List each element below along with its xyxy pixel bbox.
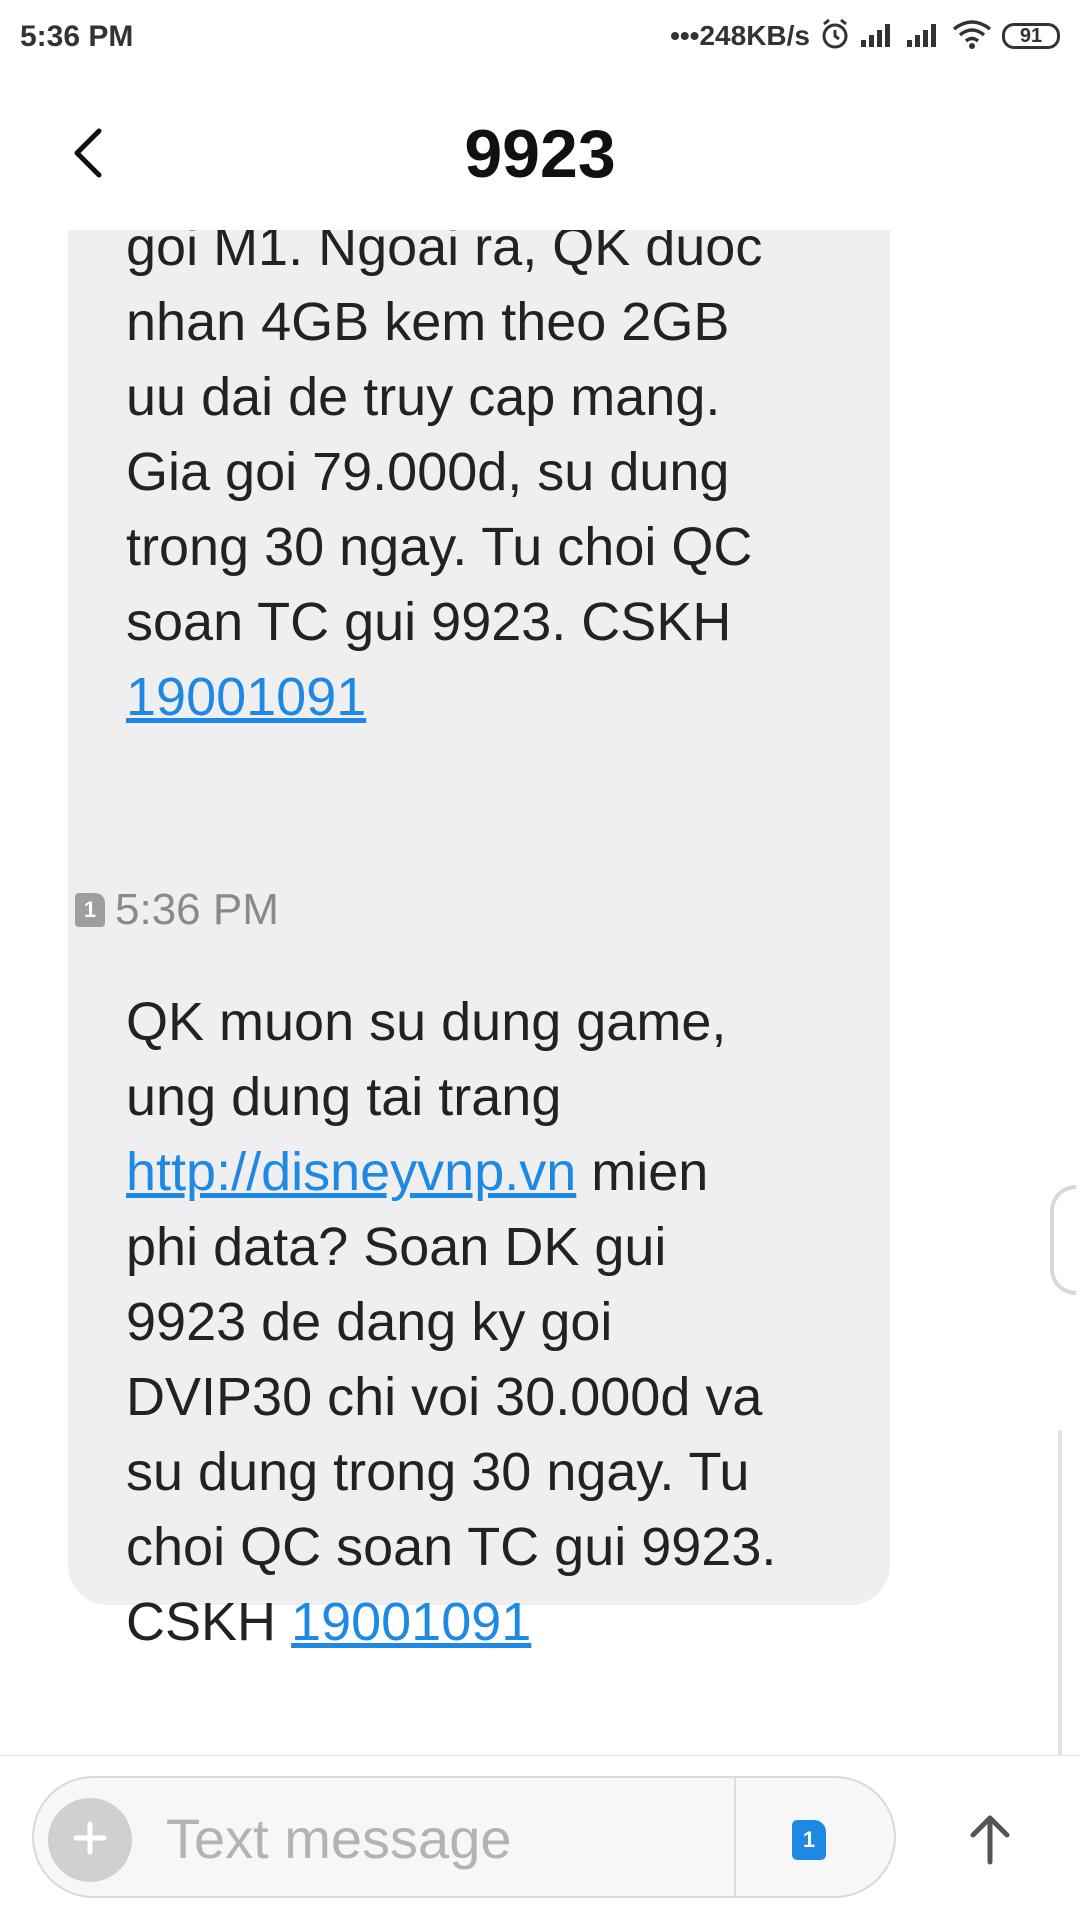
alarm-icon bbox=[820, 18, 850, 55]
scrollbar[interactable] bbox=[1058, 1430, 1062, 1755]
url-link[interactable]: http://disneyvnp.vn bbox=[126, 1142, 576, 1202]
message-line: goi M1. Ngoai ra, QK duoc bbox=[126, 230, 763, 277]
message-line: 9923 de dang ky goi bbox=[126, 1292, 613, 1352]
scroll-handle[interactable] bbox=[1050, 1185, 1076, 1295]
status-icons: •••248KB/s 91 bbox=[670, 16, 1060, 56]
composer-pill: 1 bbox=[32, 1776, 896, 1898]
send-arrow-icon bbox=[967, 1812, 1013, 1871]
message-line: Gia goi 79.000d, su dung bbox=[126, 442, 730, 502]
message-line: choi QC soan TC gui 9923. bbox=[126, 1517, 777, 1577]
message-composer: 1 bbox=[0, 1755, 1080, 1921]
message-line: DVIP30 chi voi 30.000d va bbox=[126, 1367, 763, 1427]
plus-icon bbox=[70, 1818, 110, 1863]
message-line: uu dai de truy cap mang. bbox=[126, 367, 721, 427]
divider bbox=[734, 1778, 736, 1896]
conversation-title: 9923 bbox=[464, 116, 616, 192]
conversation-header: 9923 bbox=[0, 75, 1080, 230]
message-line: trong 30 ngay. Tu choi QC bbox=[126, 517, 753, 577]
status-bar: 5:36 PM •••248KB/s 91 bbox=[0, 0, 1080, 75]
message-line: http://disneyvnp.vn mien bbox=[126, 1135, 832, 1210]
message-bubble[interactable]: QK muon su dung game, ung dung tai trang… bbox=[68, 945, 890, 1652]
add-attachment-button[interactable] bbox=[48, 1798, 132, 1882]
message-line: su dung trong 30 ngay. Tu bbox=[126, 1442, 750, 1502]
wifi-icon bbox=[952, 19, 992, 54]
phone-link[interactable]: 19001091 bbox=[126, 667, 366, 727]
timestamp-text: 5:36 PM bbox=[115, 885, 279, 934]
message-text: mien bbox=[576, 1142, 709, 1202]
message-timestamp: 1 5:36 PM bbox=[75, 885, 279, 935]
message-text: CSKH bbox=[126, 1592, 292, 1652]
message-line: CSKH 19001091 bbox=[126, 1585, 832, 1660]
send-button[interactable] bbox=[955, 1801, 1025, 1881]
message-input[interactable] bbox=[164, 1792, 728, 1884]
status-time: 5:36 PM bbox=[20, 20, 134, 53]
phone-link[interactable]: 19001091 bbox=[291, 1592, 531, 1652]
message-line: nhan 4GB kem theo 2GB bbox=[126, 292, 730, 352]
sim-select-button[interactable]: 1 bbox=[792, 1820, 826, 1860]
message-line: QK muon su dung game, bbox=[126, 992, 727, 1052]
sim-card-icon: 1 bbox=[75, 893, 105, 927]
message-line: ung dung tai trang bbox=[126, 1067, 562, 1127]
battery-icon: 91 bbox=[1002, 23, 1060, 49]
message-list[interactable]: goi M1. Ngoai ra, QK duoc nhan 4GB kem t… bbox=[0, 230, 1080, 1755]
network-speed: •••248KB/s bbox=[670, 20, 810, 51]
signal-icon bbox=[906, 20, 942, 53]
message-line: soan TC gui 9923. CSKH bbox=[126, 592, 732, 652]
signal-icon bbox=[860, 20, 896, 53]
message-line: phi data? Soan DK gui bbox=[126, 1217, 667, 1277]
